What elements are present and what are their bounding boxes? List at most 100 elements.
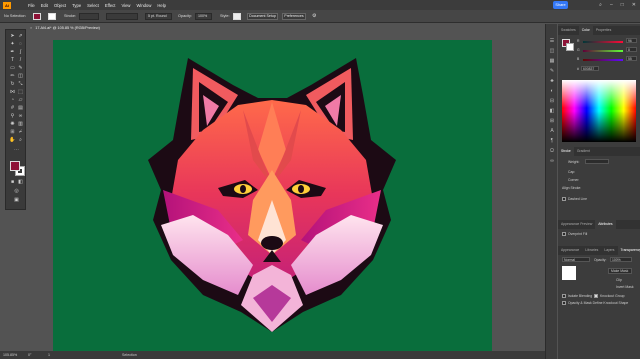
transparency-opacity-input[interactable]: 100% <box>610 257 632 262</box>
channel-g-slider[interactable] <box>583 50 623 52</box>
channel-b-slider[interactable] <box>583 59 623 61</box>
direct-selection-tool-icon[interactable]: ⇗ <box>17 33 24 40</box>
screen-mode-icon[interactable]: ▣ <box>13 197 20 204</box>
brush-definition[interactable]: 5 pt. Round <box>145 13 172 20</box>
zoom-level[interactable]: 105.85% <box>3 351 17 359</box>
share-button[interactable]: Share <box>553 1 568 9</box>
menu-help[interactable]: Help <box>157 3 166 8</box>
width-tool-icon[interactable]: ⋈ <box>9 89 16 96</box>
fill-swatch[interactable] <box>33 13 41 20</box>
zoom-icon[interactable]: ⌕ <box>17 137 24 144</box>
style-swatch[interactable] <box>233 13 241 20</box>
minimize-icon[interactable]: – <box>610 2 613 8</box>
shape-builder-icon[interactable]: ◔ <box>9 97 16 104</box>
channel-g-input[interactable]: 8 <box>626 47 637 52</box>
knockout-group-checkbox[interactable] <box>594 294 598 298</box>
more-tools-icon[interactable]: ⋯ <box>13 147 20 154</box>
menu-select[interactable]: Select <box>87 3 99 8</box>
line-tool-icon[interactable]: / <box>17 57 24 64</box>
menu-window[interactable]: Window <box>136 3 151 8</box>
arrange-icon[interactable]: ⚙ <box>312 13 316 20</box>
maximize-icon[interactable]: □ <box>621 2 624 8</box>
menu-effect[interactable]: Effect <box>105 3 116 8</box>
dashed-line-checkbox[interactable] <box>562 197 566 201</box>
blend-icon[interactable]: ∞ <box>17 113 24 120</box>
close-icon[interactable]: ✕ <box>632 2 636 8</box>
hex-input[interactable]: 600837 <box>581 66 599 71</box>
variable-width-field[interactable] <box>106 13 138 20</box>
artboard-icon[interactable]: ⊞ <box>9 129 16 136</box>
symbols-icon[interactable]: ♣ <box>549 78 555 84</box>
selection-tool-icon[interactable]: ➤ <box>9 33 16 40</box>
stroke-swatch[interactable] <box>48 13 56 20</box>
curvature-icon[interactable]: ∫ <box>17 49 24 56</box>
stroke-weight-field[interactable] <box>79 13 99 20</box>
pathfinder-icon[interactable]: ◧ <box>549 108 555 114</box>
paintbrush-icon[interactable]: ✎ <box>17 65 24 72</box>
tab-gradient[interactable]: Gradient <box>574 147 593 156</box>
blend-mode-select[interactable]: Normal <box>562 257 590 262</box>
isolate-blending-checkbox[interactable] <box>562 294 566 298</box>
tab-color[interactable]: Color <box>578 26 593 35</box>
graph-icon[interactable]: ▥ <box>17 121 24 128</box>
tab-transparency[interactable]: Transparency <box>617 246 640 255</box>
tab-appearance-preview[interactable]: Appearance Preview <box>558 220 595 229</box>
tab-swatches[interactable]: Swatches <box>558 26 579 35</box>
menu-object[interactable]: Object <box>54 3 66 8</box>
search-icon[interactable]: ⌕ <box>599 2 602 8</box>
color-stroke-proxy[interactable] <box>566 43 574 51</box>
menu-view[interactable]: View <box>121 3 130 8</box>
links-icon[interactable]: ∞ <box>549 158 555 164</box>
draw-mode-icon[interactable]: ◎ <box>13 188 20 195</box>
channel-r-input[interactable]: 96 <box>626 38 637 43</box>
perspective-icon[interactable]: ▱ <box>17 97 24 104</box>
overprint-fill-checkbox[interactable] <box>562 232 566 236</box>
opacity-mask-knockout-checkbox[interactable] <box>562 301 566 305</box>
stroke-weight-input[interactable] <box>585 159 609 164</box>
hand-icon[interactable]: ✋ <box>9 137 16 144</box>
tab-stroke[interactable]: Stroke <box>558 147 574 156</box>
magic-wand-icon[interactable]: ✦ <box>9 41 16 48</box>
artboard-number[interactable]: 1 <box>48 351 50 359</box>
close-tab-icon[interactable]: × <box>30 26 32 30</box>
channel-r-slider[interactable] <box>583 41 623 43</box>
menu-type[interactable]: Type <box>72 3 81 8</box>
rotation-value[interactable]: 0° <box>28 351 31 359</box>
document-setup-button[interactable]: Document Setup <box>247 13 278 20</box>
align-icon[interactable]: ⊟ <box>549 98 555 104</box>
rotate-icon[interactable]: ↻ <box>9 81 16 88</box>
pen-tool-icon[interactable]: ✒ <box>9 49 16 56</box>
tab-layers[interactable]: Layers <box>601 246 617 255</box>
glyphs-icon[interactable]: Ω <box>549 148 555 154</box>
libraries-icon[interactable]: ▦ <box>549 58 555 64</box>
tab-appearance[interactable]: Appearance <box>558 246 582 255</box>
preferences-button[interactable]: Preferences <box>282 13 306 20</box>
tab-properties[interactable]: Properties <box>593 26 614 35</box>
pencil-icon[interactable]: ✏ <box>9 73 16 80</box>
channel-b-input[interactable]: 55 <box>626 56 637 61</box>
layers-icon[interactable]: ◫ <box>549 48 555 54</box>
menu-file[interactable]: File <box>28 3 35 8</box>
tab-attributes[interactable]: Attributes <box>595 220 616 229</box>
make-mask-button[interactable]: Make Mask <box>608 268 632 274</box>
eyedropper-icon[interactable]: ⚲ <box>9 113 16 120</box>
opacity-field[interactable]: 100% <box>195 13 212 20</box>
scale-icon[interactable]: ⤡ <box>17 81 24 88</box>
fill-color-box[interactable] <box>10 161 20 171</box>
type-tool-icon[interactable]: T <box>9 57 16 64</box>
free-transform-icon[interactable]: ⬚ <box>17 89 24 96</box>
eraser-icon[interactable]: ◫ <box>17 73 24 80</box>
graphic-styles-icon[interactable]: ◐ <box>549 88 555 94</box>
tab-libraries[interactable]: Libraries <box>582 246 601 255</box>
character-icon[interactable]: A <box>549 128 555 134</box>
paragraph-icon[interactable]: ¶ <box>549 138 555 144</box>
color-mode-icon[interactable]: ■ <box>9 179 16 186</box>
mesh-icon[interactable]: # <box>9 105 16 112</box>
symbol-sprayer-icon[interactable]: ✺ <box>9 121 16 128</box>
gradient-mode-icon[interactable]: ◧ <box>17 179 24 186</box>
properties-icon[interactable]: ☰ <box>549 38 555 44</box>
artboard[interactable] <box>53 40 492 351</box>
lasso-icon[interactable]: ◌ <box>17 41 24 48</box>
brushes-icon[interactable]: ✎ <box>549 68 555 74</box>
rectangle-tool-icon[interactable]: ▭ <box>9 65 16 72</box>
